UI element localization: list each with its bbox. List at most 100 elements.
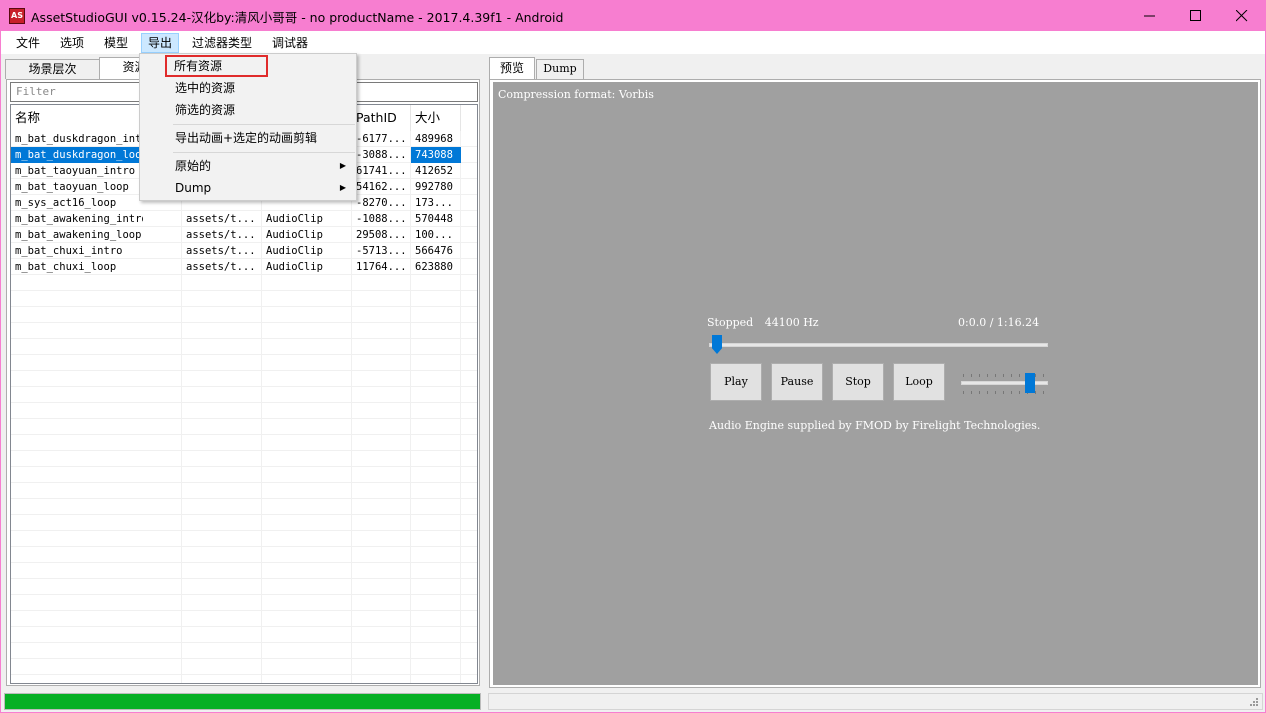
playback-status-line: Stopped 44100 Hz [707, 316, 819, 329]
menu-file[interactable]: 文件 [10, 33, 46, 53]
menu-model[interactable]: 模型 [98, 33, 134, 53]
row-gridline [11, 450, 477, 451]
minimize-button[interactable] [1127, 0, 1173, 31]
menu-debugger[interactable]: 调试器 [266, 33, 314, 53]
seek-slider-track[interactable] [709, 343, 1048, 347]
menu-export-selected-assets[interactable]: 选中的资源 [140, 77, 356, 99]
menu-export-dump-label: Dump [175, 181, 212, 195]
row-gridline [11, 418, 477, 419]
row-gridline [11, 354, 477, 355]
row-gridline [11, 466, 477, 467]
cell-type: AudioClip [266, 261, 323, 273]
column-header-size[interactable]: 大小 [411, 105, 461, 131]
volume-tick [995, 374, 996, 377]
pause-button[interactable]: Pause [771, 363, 823, 401]
cell-name: m_bat_taoyuan_intro [15, 165, 136, 177]
playback-time: 0:0.0 / 1:16.24 [958, 316, 1040, 329]
cell-pathid: 54162... [356, 181, 407, 193]
table-row[interactable]: m_bat_chuxi_intro assets/t... AudioClip -57… [11, 243, 477, 259]
window-title: AssetStudioGUI v0.15.24-汉化by:清风小哥哥 - no … [31, 10, 564, 25]
cell-size: 743088 [411, 147, 461, 163]
cell-container: assets/t... [186, 229, 256, 241]
table-row[interactable]: m_bat_awakening_intro assets/t... AudioCli… [11, 211, 477, 227]
menu-filter-type[interactable]: 过滤器类型 [186, 33, 258, 53]
volume-tick [963, 374, 964, 377]
menu-export-raw-label: 原始的 [175, 159, 212, 173]
app-icon: AS [9, 8, 25, 24]
tab-scene-hierarchy[interactable]: 场景层次 [5, 59, 100, 79]
volume-slider-thumb[interactable] [1025, 373, 1035, 393]
menu-export-animator[interactable]: 导出动画+选定的动画剪辑 [140, 127, 356, 149]
cell-type: AudioClip [266, 213, 323, 225]
row-gridline [11, 290, 477, 291]
cell-size: 623880 [415, 261, 453, 273]
row-gridline [11, 338, 477, 339]
volume-tick [1019, 374, 1020, 377]
maximize-icon [1190, 10, 1201, 21]
cell-pathid: -6177... [356, 133, 407, 145]
cell-name: m_bat_taoyuan_loop [15, 181, 129, 193]
volume-tick [1003, 391, 1004, 394]
column-header-pathid[interactable]: PathID [352, 105, 411, 131]
cell-name: m_sys_act16_loop [15, 197, 117, 209]
progress-fill [5, 694, 480, 709]
cell-type: AudioClip [266, 245, 323, 257]
menu-separator [173, 124, 355, 125]
cell-pathid: 29508... [356, 229, 407, 241]
sample-rate: 44100 Hz [764, 316, 819, 329]
close-button[interactable] [1219, 0, 1265, 31]
preview-area: Compression format: Vorbis Stopped 44100… [493, 82, 1258, 685]
row-gridline [11, 578, 477, 579]
row-gridline [11, 642, 477, 643]
row-gridline [11, 658, 477, 659]
menu-export-filtered-assets[interactable]: 筛选的资源 [140, 99, 356, 121]
volume-tick [1035, 391, 1036, 394]
cell-container: assets/t... [186, 261, 256, 273]
loop-button[interactable]: Loop [893, 363, 945, 401]
volume-tick [979, 391, 980, 394]
volume-tick [979, 374, 980, 377]
tab-dump[interactable]: Dump [536, 59, 584, 79]
cell-size: 566476 [415, 245, 453, 257]
menu-bar: 文件 选项 模型 导出 过滤器类型 调试器 [0, 31, 1266, 54]
cell-size: 570448 [415, 213, 453, 225]
row-gridline [11, 562, 477, 563]
volume-tick [971, 374, 972, 377]
close-icon [1236, 10, 1248, 22]
cell-pathid: -3088... [356, 149, 407, 161]
cell-name: m_bat_chuxi_loop [15, 261, 117, 273]
volume-tick [1011, 374, 1012, 377]
resize-grip-icon[interactable] [1249, 697, 1259, 707]
volume-tick [1011, 391, 1012, 394]
stop-button[interactable]: Stop [832, 363, 884, 401]
table-row[interactable]: m_bat_awakening_loop assets/t... AudioClip… [11, 227, 477, 243]
cell-size: 173... [415, 197, 453, 209]
menu-options[interactable]: 选项 [54, 33, 90, 53]
cell-name: m_bat_awakening_loop [15, 229, 142, 241]
menu-export-dump[interactable]: Dump ▶ [140, 177, 356, 199]
cell-name: m_bat_chuxi_intro [15, 245, 123, 257]
playback-status: Stopped [707, 316, 754, 329]
seek-slider-thumb[interactable] [712, 335, 722, 354]
cell-container: assets/t... [186, 213, 256, 225]
status-strip [488, 693, 1263, 710]
menu-export-all-assets[interactable]: 所有资源 [165, 55, 268, 77]
cell-type: AudioClip [266, 229, 323, 241]
title-bar: AS AssetStudioGUI v0.15.24-汉化by:清风小哥哥 - … [0, 0, 1266, 31]
row-gridline [11, 386, 477, 387]
cell-name: m_bat_awakening_intro [15, 213, 143, 225]
menu-export-raw[interactable]: 原始的 ▶ [140, 155, 356, 177]
cell-size: 412652 [415, 165, 453, 177]
submenu-arrow-icon: ▶ [339, 161, 346, 170]
table-row[interactable]: m_bat_chuxi_loop assets/t... AudioClip 1176… [11, 259, 477, 275]
cell-pathid: -8270... [356, 197, 407, 209]
cell-size: 489968 [415, 133, 453, 145]
menu-export[interactable]: 导出 [141, 33, 180, 53]
row-gridline [11, 434, 477, 435]
volume-tick [1019, 391, 1020, 394]
volume-tick [1043, 391, 1044, 394]
maximize-button[interactable] [1173, 0, 1219, 31]
tab-preview[interactable]: 预览 [489, 57, 535, 79]
row-gridline [11, 370, 477, 371]
play-button[interactable]: Play [710, 363, 762, 401]
